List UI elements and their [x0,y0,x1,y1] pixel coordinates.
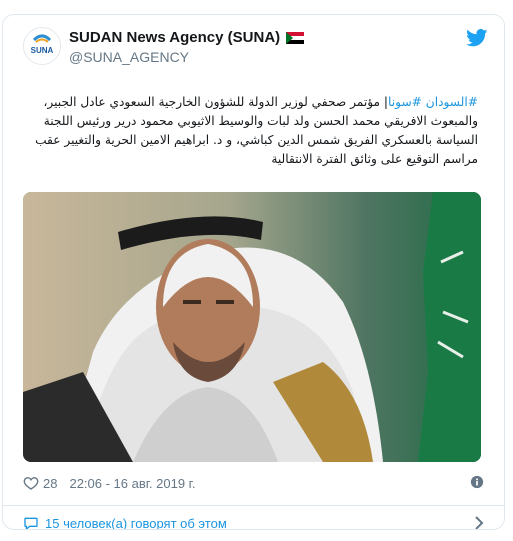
hashtag-link[interactable]: #سونا [388,95,422,109]
display-name-row[interactable]: SUDAN News Agency (SUNA) [69,29,305,46]
twitter-bird-icon[interactable] [466,29,488,47]
divider [3,505,504,506]
avatar-logo-text: SUNA [31,46,54,55]
tweet-photo[interactable] [23,192,481,462]
info-icon[interactable] [470,475,484,489]
tweet-meta: 28 22:06 - 16 авг. 2019 г. [23,473,484,493]
heart-icon[interactable] [23,475,39,491]
tweet-text: #السودان #سونا| مؤتمر صحفي لوزير الدولة … [23,93,478,169]
user-handle[interactable]: @SUNA_AGENCY [69,49,189,65]
conversation-row[interactable]: 15 человек(а) говорят об этом [23,511,484,530]
timestamp-link[interactable]: 22:06 - 16 авг. 2019 г. [69,476,195,491]
suna-logo-icon: SUNA [24,28,60,64]
hashtag-link[interactable]: #السودان [426,95,478,109]
display-name[interactable]: SUDAN News Agency (SUNA) [69,29,280,46]
reply-bubble-icon [24,517,38,529]
chevron-right-icon[interactable] [474,516,484,530]
tweet-header: SUNA SUDAN News Agency (SUNA) @SUNA_AGEN… [23,27,488,79]
conversation-link[interactable]: 15 человек(а) говорят об этом [45,516,227,530]
tweet-card: SUNA SUDAN News Agency (SUNA) @SUNA_AGEN… [2,14,505,530]
like-count[interactable]: 28 [43,476,57,491]
avatar[interactable]: SUNA [23,27,61,65]
portrait-photo [23,192,481,462]
sudan-flag-icon [286,31,305,44]
